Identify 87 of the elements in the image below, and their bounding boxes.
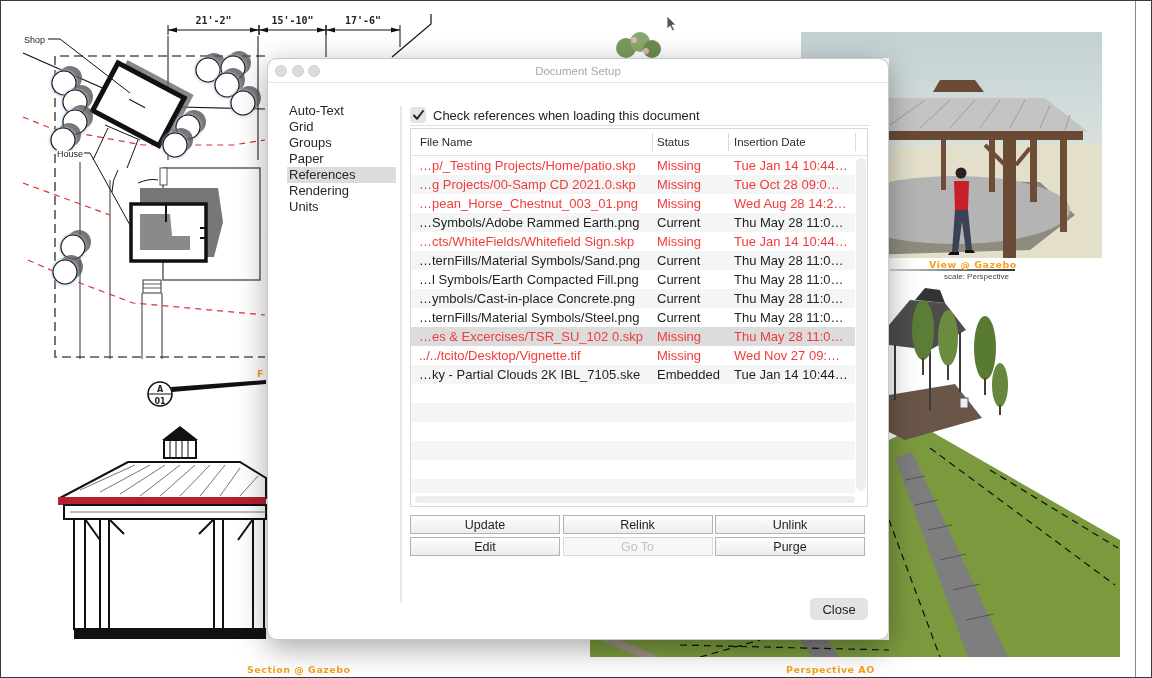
- checkbox-label[interactable]: Check references when loading this document: [433, 107, 700, 123]
- checkmark-icon: [412, 110, 424, 120]
- window-close-button[interactable]: [275, 64, 287, 77]
- sidebar-item[interactable]: Grid: [287, 119, 396, 135]
- table-cell-text: …es & Excercises/TSR_SU_102 0.skp: [418, 329, 644, 344]
- section-letter: A: [156, 385, 164, 394]
- dimension-label: 17'-6": [344, 15, 382, 26]
- vertical-scrollbar[interactable]: [856, 158, 866, 491]
- table-cell-text: Embedded: [656, 367, 721, 382]
- table-cell-text: Thu May 28 11:0…: [733, 310, 845, 325]
- table-row[interactable]: …pean_Horse_Chestnut_003_01.png Missing Wed Aug 28 14:2…: [411, 194, 855, 213]
- table-cell-text: Current: [656, 253, 702, 268]
- dimension-label: 15'-10": [271, 15, 314, 26]
- window-zoom-button[interactable]: [308, 64, 320, 77]
- viewport-title: F: [257, 368, 264, 379]
- table-cell-text: Missing: [656, 348, 703, 363]
- leader-line: [391, 13, 432, 58]
- table-cell-text: …ternFills/Material Symbols/Steel.png: [418, 310, 641, 325]
- sidebar-item[interactable]: Auto-Text: [287, 103, 396, 119]
- action-button[interactable]: Unlink: [715, 515, 865, 534]
- viewport-title: Perspective AO: [786, 664, 875, 675]
- table-cell-text: …g Projects/00-Samp CD 2021.0.skp: [418, 177, 637, 192]
- viewport-scale: scale: Perspective: [944, 272, 1009, 281]
- action-button[interactable]: Relink: [562, 515, 713, 534]
- table-cell-text: Thu May 28 11:0…: [733, 272, 845, 287]
- table-cell-text: Missing: [656, 196, 703, 211]
- table-cell-text: Missing: [656, 329, 703, 344]
- table-cell-text: Current: [656, 272, 702, 287]
- column-header[interactable]: Insertion Date: [729, 129, 855, 155]
- table-row[interactable]: …Symbols/Adobe Rammed Earth.png Current Thu May 28 11:0…: [411, 213, 855, 232]
- column-header[interactable]: File Name: [411, 129, 652, 155]
- table-cell-text: Wed Aug 28 14:2…: [733, 196, 848, 211]
- action-button[interactable]: Purge: [715, 537, 865, 556]
- table-row[interactable]: ../../tcito/Desktop/Vignette.tif Missing Wed Nov 27 09:…: [411, 346, 855, 365]
- window-title: Document Setup: [535, 64, 621, 77]
- table-cell-text: Thu May 28 11:0…: [733, 291, 845, 306]
- close-button[interactable]: Close: [810, 598, 868, 620]
- callout-label: Shop: [24, 35, 46, 45]
- table-cell-text: ../../tcito/Desktop/Vignette.tif: [418, 348, 582, 363]
- window-minimize-button[interactable]: [291, 64, 304, 77]
- cursor-icon: [666, 15, 677, 32]
- table-cell-text: Tue Jan 14 10:44…: [733, 234, 849, 249]
- table-row[interactable]: …ymbols/Cast-in-place Concrete.png Current Thu May 28 11:0…: [411, 289, 855, 308]
- tree-drawing: [616, 32, 661, 58]
- table-cell-text: Current: [656, 310, 702, 325]
- table-cell-text: …ternFills/Material Symbols/Sand.png: [418, 253, 642, 268]
- sidebar-item[interactable]: Groups: [287, 135, 396, 151]
- table-cell-text: Tue Oct 28 09:0…: [733, 177, 841, 192]
- table-cell-text: …p/_Testing Projects/Home/patio.skp: [418, 158, 637, 173]
- table-cell-text: …Symbols/Adobe Rammed Earth.png: [418, 215, 641, 230]
- table-cell-text: Tue Jan 14 10:44…: [733, 158, 849, 173]
- table-row[interactable]: …p/_Testing Projects/Home/patio.skp Missing Tue Jan 14 10:44…: [411, 156, 855, 175]
- checkbox[interactable]: [410, 107, 426, 123]
- sidebar-item[interactable]: Rendering: [287, 183, 396, 199]
- table-cell-text: Tue Jan 14 10:44…: [733, 367, 849, 382]
- table-row[interactable]: …g Projects/00-Samp CD 2021.0.skp Missing Tue Oct 28 09:0…: [411, 175, 855, 194]
- table-cell-text: Missing: [656, 234, 703, 249]
- action-button[interactable]: Edit: [410, 537, 560, 556]
- table-row[interactable]: …ternFills/Material Symbols/Steel.png Current Thu May 28 11:0…: [411, 308, 855, 327]
- table-cell-text: …pean_Horse_Chestnut_003_01.png: [418, 196, 639, 211]
- sidebar-item[interactable]: References: [287, 167, 396, 183]
- tree-icon: [60, 230, 91, 260]
- table-row[interactable]: …ky - Partial Clouds 2K IBL_7105.ske Embedded Tue Jan 14 10:44…: [411, 365, 855, 384]
- sidebar-item[interactable]: Units: [287, 199, 396, 215]
- sidebar-item[interactable]: Paper: [287, 151, 396, 167]
- table-cell-text: …ymbols/Cast-in-place Concrete.png: [418, 291, 637, 306]
- column-header[interactable]: Status: [653, 129, 728, 155]
- table-row[interactable]: …ternFills/Material Symbols/Sand.png Current Thu May 28 11:0…: [411, 251, 855, 270]
- table-cell-text: Wed Nov 27 09:…: [733, 348, 841, 363]
- table-cell-text: Thu May 28 11:0…: [733, 329, 845, 344]
- table-cell-text: …l Symbols/Earth Compacted Fill.png: [418, 272, 640, 287]
- table-cell-text: Missing: [656, 177, 703, 192]
- table-row[interactable]: …cts/WhiteFields/Whitefield Sign.skp Missing Tue Jan 14 10:44…: [411, 232, 855, 251]
- action-button[interactable]: Update: [410, 515, 560, 534]
- table-cell-text: Thu May 28 11:0…: [733, 253, 845, 268]
- table-cell-text: …cts/WhiteFields/Whitefield Sign.skp: [418, 234, 636, 249]
- table-cell-text: …ky - Partial Clouds 2K IBL_7105.ske: [418, 367, 642, 382]
- table-cell-text: Thu May 28 11:0…: [733, 215, 845, 230]
- table-cell-text: Missing: [656, 158, 703, 173]
- dimension-label: 21'-2": [195, 15, 232, 26]
- table-cell-text: Current: [656, 215, 702, 230]
- viewport-title: View @ Gazebo: [929, 259, 1017, 270]
- table-cell-text: Current: [656, 291, 702, 306]
- table-row[interactable]: …l Symbols/Earth Compacted Fill.png Current Thu May 28 11:0…: [411, 270, 855, 289]
- viewport-title: Section @ Gazebo: [247, 664, 351, 675]
- section-number: 01: [154, 397, 166, 406]
- callout-label: House: [57, 149, 83, 159]
